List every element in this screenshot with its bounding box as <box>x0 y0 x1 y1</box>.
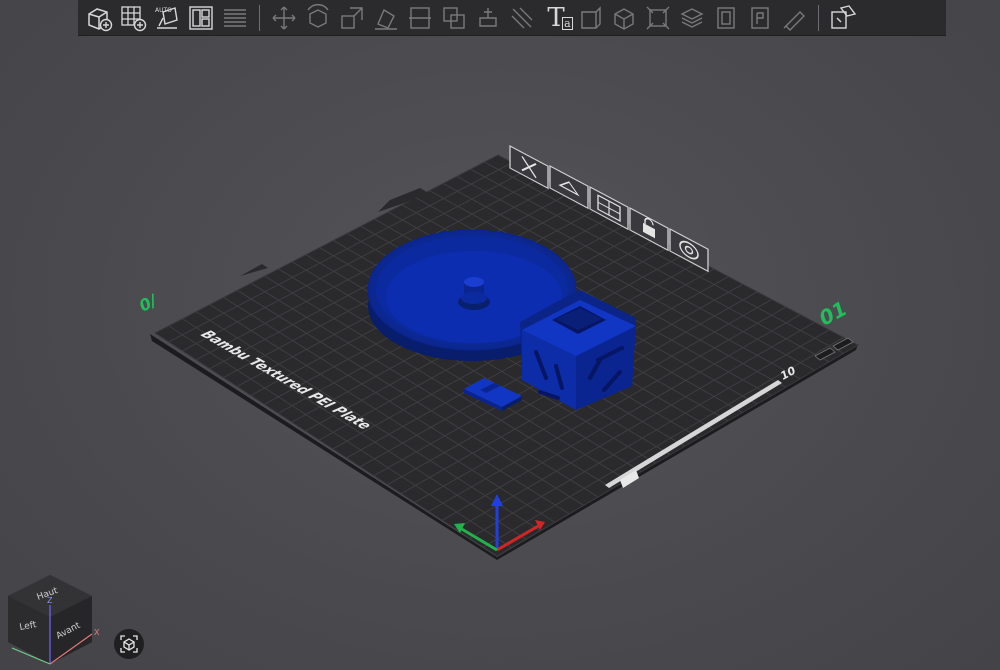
plate-origin-label: 0/ <box>136 290 161 315</box>
focus-icon <box>120 635 138 653</box>
reset-view-button[interactable] <box>114 629 144 659</box>
view-cube[interactable]: Haut Left Avant Z X <box>8 575 100 665</box>
view-cube-axis-z: Z <box>47 596 53 605</box>
build-scene[interactable]: Bambu Textured PEI Plate 0/ 01 10 Haut L… <box>0 0 1000 670</box>
view-cube-axis-x: X <box>94 628 100 637</box>
3d-viewport[interactable]: AUTO T a Bambu Textured PEI Plate 0/ 01 … <box>0 0 1000 670</box>
